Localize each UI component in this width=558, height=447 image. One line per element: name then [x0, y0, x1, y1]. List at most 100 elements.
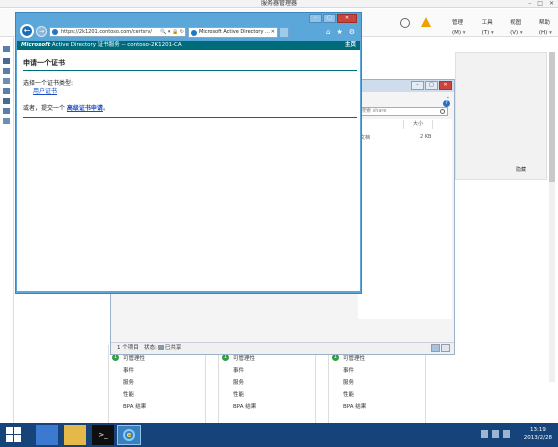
local-server-icon[interactable] — [3, 58, 10, 64]
help-icon[interactable]: ? — [443, 100, 450, 107]
minimize-icon[interactable]: – — [528, 0, 531, 8]
advanced-request-line: 或者，提交一个 高级证书申请。 — [23, 103, 109, 112]
home-icon[interactable]: ⌂ — [326, 28, 330, 36]
explorer-status-bar: 1 个项目 状态: 已共享 — [111, 342, 454, 354]
forward-button[interactable]: → — [36, 26, 47, 37]
system-tray — [481, 430, 510, 438]
role-icon[interactable] — [3, 108, 10, 114]
shared-icon — [157, 345, 164, 350]
tile-manageability[interactable]: 可管理性 — [123, 354, 145, 362]
or-suffix: 。 — [102, 105, 109, 112]
page-title: 申请一个证书 — [23, 59, 65, 67]
gear-icon[interactable]: ⚙ — [349, 28, 355, 36]
role-icon[interactable] — [3, 118, 10, 124]
explorer-window-buttons: – □ ✕ — [411, 81, 452, 90]
server-manager-taskbar-icon[interactable] — [36, 425, 58, 445]
tab-site-icon — [191, 30, 197, 36]
ie-window-buttons: – □ ✕ — [309, 14, 357, 23]
close-button[interactable]: ✕ — [439, 81, 452, 90]
address-bar[interactable]: https://2k1201.contoso.com/certsrv/ 🔍 ▾ … — [49, 27, 186, 37]
powershell-taskbar-icon[interactable]: >_ — [92, 425, 114, 445]
server-manager-side-panel — [455, 52, 547, 180]
tab-title: Microsoft Active Directory ... — [199, 29, 270, 35]
maximize-icon[interactable]: □ — [537, 0, 543, 8]
ad-cs-icon[interactable] — [3, 78, 10, 84]
status-ok-icon: 1 — [222, 354, 229, 361]
status-ok-icon: 1 — [332, 354, 339, 361]
server-manager-left-nav — [0, 38, 14, 423]
back-button[interactable]: ← — [20, 24, 34, 38]
tile-events[interactable]: 事件 — [123, 366, 134, 374]
menu-tools[interactable]: 工具(T) — [482, 18, 500, 38]
maximize-button[interactable]: □ — [425, 81, 438, 90]
scrollbar-thumb[interactable] — [549, 52, 555, 182]
search-icon[interactable] — [440, 109, 445, 114]
close-button[interactable]: ✕ — [337, 14, 357, 23]
file-services-icon[interactable] — [3, 88, 10, 94]
search-placeholder: 搜索 share — [361, 108, 387, 114]
ie-logo-icon: e — [123, 429, 135, 441]
cert-header-text: Active Directory 证书服务 -- contoso-2K1201-… — [50, 42, 182, 48]
large-icons-view-icon[interactable] — [441, 344, 450, 352]
menu-help[interactable]: 帮助(H) — [539, 18, 558, 38]
tile-performance[interactable]: 性能 — [233, 390, 244, 398]
minimize-button[interactable]: – — [411, 81, 424, 90]
status-ok-icon: 1 — [112, 354, 119, 361]
tile-bpa-results[interactable]: BPA 结果 — [233, 402, 256, 410]
address-url: https://2k1201.contoso.com/certsrv/ — [61, 29, 152, 35]
windows-logo-icon — [6, 427, 13, 434]
file-explorer-taskbar-icon[interactable] — [64, 425, 86, 445]
all-servers-icon[interactable] — [3, 68, 10, 74]
close-icon[interactable]: ✕ — [549, 0, 554, 8]
user-certificate-link[interactable]: 用户证书 — [33, 86, 57, 95]
home-link[interactable]: 主页 — [345, 41, 356, 50]
item-count: 1 个项目 — [117, 345, 139, 351]
notification-flag-icon[interactable] — [421, 17, 431, 27]
iis-icon[interactable] — [3, 98, 10, 104]
column-header-size[interactable]: 大小 — [403, 120, 433, 129]
clock-date: 2013/2/28 — [523, 435, 552, 441]
details-view-icon[interactable] — [431, 344, 440, 352]
favorites-icon[interactable]: ★ — [336, 28, 342, 36]
tile-services[interactable]: 服务 — [123, 378, 134, 386]
tab-close-icon[interactable]: ✕ — [271, 28, 275, 37]
flag-icon[interactable] — [481, 430, 488, 438]
tile-bpa-results[interactable]: BPA 结果 — [343, 402, 366, 410]
maximize-button[interactable]: □ — [323, 14, 336, 23]
browser-tab[interactable]: Microsoft Active Directory ... ✕ — [188, 27, 278, 38]
refresh-icon[interactable] — [400, 18, 410, 28]
server-manager-titlebar: 服务器管理器 – □ ✕ — [0, 0, 558, 8]
internet-explorer-taskbar-icon[interactable]: e — [117, 425, 141, 445]
hide-link[interactable]: 隐藏 — [516, 166, 526, 173]
tile-manageability[interactable]: 可管理性 — [233, 354, 255, 362]
tile-bpa-results[interactable]: BPA 结果 — [123, 402, 146, 410]
network-icon[interactable] — [492, 430, 499, 438]
tile-services[interactable]: 服务 — [343, 378, 354, 386]
taskbar: >_ e 13:19 2013/2/28 — [0, 423, 558, 447]
address-tools[interactable]: 🔍 ▾ 🔒 ↻ — [158, 28, 184, 36]
advanced-certificate-request-link[interactable]: 高级证书申请 — [67, 105, 103, 112]
file-size-cell[interactable]: 2 KB — [420, 134, 431, 140]
new-tab-button[interactable] — [279, 27, 289, 38]
explorer-search-input[interactable]: 搜索 share — [356, 107, 448, 116]
server-manager-window-buttons: – □ ✕ — [528, 0, 554, 8]
or-prefix: 或者，提交一个 — [23, 105, 67, 112]
tile-services[interactable]: 服务 — [233, 378, 244, 386]
tile-performance[interactable]: 性能 — [123, 390, 134, 398]
volume-icon[interactable] — [503, 430, 510, 438]
tile-events[interactable]: 事件 — [343, 366, 354, 374]
internet-explorer-window: – □ ✕ ← → https://2k1201.contoso.com/cer… — [15, 12, 362, 294]
cert-services-header: Microsoft Active Directory 证书服务 -- conto… — [17, 41, 360, 50]
server-manager-title: 服务器管理器 — [260, 0, 297, 7]
file-list: 大小 文档 2 KB — [358, 119, 452, 319]
tile-performance[interactable]: 性能 — [343, 390, 354, 398]
menu-manage[interactable]: 管理(M) — [452, 18, 472, 38]
tile-manageability[interactable]: 可管理性 — [343, 354, 365, 362]
status-state-label: 状态: — [144, 345, 157, 351]
system-clock[interactable]: 13:19 2013/2/28 — [524, 426, 552, 442]
dashboard-icon[interactable] — [3, 46, 10, 52]
minimize-button[interactable]: – — [309, 14, 322, 23]
start-button[interactable] — [6, 427, 22, 443]
tile-events[interactable]: 事件 — [233, 366, 244, 374]
menu-view[interactable]: 视图(V) — [510, 18, 529, 38]
